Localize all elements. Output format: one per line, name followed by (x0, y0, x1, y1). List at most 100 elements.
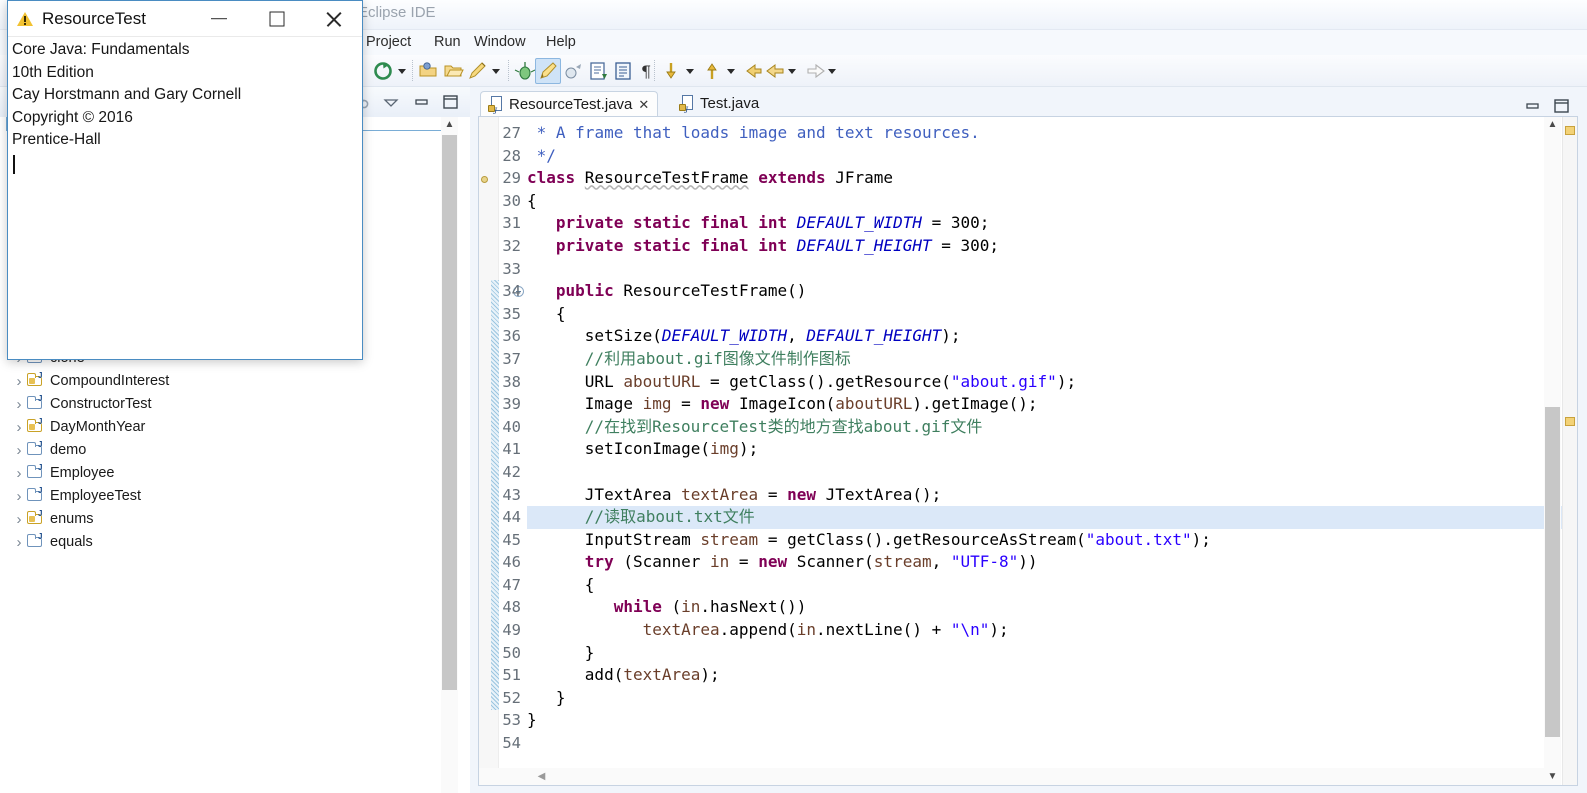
run-icon[interactable] (537, 60, 559, 82)
code-line-37[interactable]: //利用about.gif图像文件制作图标 (527, 348, 1577, 371)
debug-icon[interactable] (514, 60, 536, 82)
open-task-icon[interactable] (612, 60, 634, 82)
expand-arrow-icon[interactable] (12, 416, 26, 440)
menu-help[interactable]: Help (540, 32, 582, 52)
new-java-project-icon[interactable] (588, 60, 610, 82)
maximize-view-icon[interactable] (440, 93, 460, 111)
menu-run[interactable]: Run (428, 32, 467, 52)
code-line-39[interactable]: Image img = new ImageIcon(aboutURL).getI… (527, 393, 1577, 416)
next-annotation-dropdown-arrow[interactable] (686, 68, 695, 75)
code-line-47[interactable]: { (527, 574, 1577, 597)
expand-arrow-icon[interactable] (12, 485, 26, 509)
edit-dropdown-arrow[interactable] (492, 68, 501, 75)
code-line-48[interactable]: while (in.hasNext()) (527, 596, 1577, 619)
code-line-50[interactable]: } (527, 642, 1577, 665)
tree-item-demo[interactable]: Jdemo (0, 439, 460, 462)
code-line-51[interactable]: add(textArea); (527, 664, 1577, 687)
expand-arrow-icon[interactable] (12, 462, 26, 486)
view-menu-icon[interactable] (381, 93, 401, 111)
edit-icon[interactable] (466, 60, 488, 82)
code-line-35[interactable]: { (527, 303, 1577, 326)
expand-arrow-icon[interactable] (12, 439, 26, 463)
editor-vertical-scrollbar[interactable]: ▲ ▼ (1544, 117, 1561, 785)
code-line-54[interactable] (527, 732, 1577, 755)
back-icon[interactable] (742, 60, 764, 82)
code-line-40[interactable]: //在找到ResourceTest类的地方查找about.gif文件 (527, 416, 1577, 439)
expand-arrow-icon[interactable] (12, 531, 26, 555)
dialog-title-bar[interactable]: ResourceTest (8, 1, 362, 37)
package-explorer-scrollbar[interactable]: ▲ (441, 117, 458, 793)
forward-back-icon[interactable] (765, 60, 787, 82)
scroll-left-icon[interactable]: ◀ (533, 768, 550, 785)
code-line-43[interactable]: JTextArea textArea = new JTextArea(); (527, 484, 1577, 507)
scrollbar-thumb[interactable] (442, 135, 457, 690)
previous-annotation-icon[interactable] (701, 60, 723, 82)
tree-item-DayMonthYear[interactable]: J DayMonthYear (0, 416, 460, 439)
next-annotation-icon[interactable] (660, 60, 682, 82)
overview-warning-mark[interactable] (1565, 126, 1575, 135)
run-external-tools-icon[interactable] (562, 60, 584, 82)
open-resource-icon[interactable] (443, 60, 465, 82)
scroll-up-icon[interactable]: ▲ (441, 117, 458, 133)
code-editor[interactable]: 27 28 29 30 31 32 33 34 35 36 37 38 39 40 41 42 43 44 45 46… (478, 116, 1578, 786)
dialog-maximize-button[interactable] (248, 1, 306, 36)
dialog-close-button[interactable] (304, 1, 362, 36)
expand-arrow-icon[interactable] (12, 393, 26, 417)
code-token: .hasNext()) (700, 597, 807, 617)
scrollbar-thumb[interactable] (1545, 407, 1560, 737)
source-code[interactable]: * A frame that loads image and text reso… (527, 122, 1577, 755)
code-line-28[interactable]: */ (527, 145, 1577, 168)
menu-window[interactable]: Window (468, 32, 532, 52)
code-line-52[interactable]: } (527, 687, 1577, 710)
code-line-33[interactable] (527, 258, 1577, 281)
code-line-49[interactable]: textArea.append(in.nextLine() + "\n"); (527, 619, 1577, 642)
code-line-41[interactable]: setIconImage(img); (527, 438, 1577, 461)
tree-item-enums[interactable]: Jenums (0, 508, 460, 531)
history-dropdown-arrow[interactable] (788, 68, 797, 75)
expand-arrow-icon[interactable] (12, 370, 26, 394)
tree-item-label: DayMonthYear (50, 419, 146, 435)
new-wizard-icon[interactable] (372, 60, 394, 82)
code-viewport: 27 28 29 30 31 32 33 34 35 36 37 38 39 40 41 42 43 44 45 46… (479, 117, 1577, 785)
tab-label: ResourceTest.java (509, 96, 633, 113)
tree-item-ConstructorTest[interactable]: J ConstructorTest (0, 393, 460, 416)
tree-item-EmployeeTest[interactable]: J EmployeeTest (0, 485, 460, 508)
resourcetest-dialog-window[interactable]: ResourceTest Core Java: Fundamentals 10t… (7, 0, 363, 360)
code-line-27[interactable]: * A frame that loads image and text reso… (527, 122, 1577, 145)
forward-icon[interactable] (804, 60, 826, 82)
tab-resourcetest-java[interactable]: J ResourceTest.java ✕ (480, 91, 659, 118)
open-type-icon[interactable] (418, 60, 440, 82)
overview-warning-mark[interactable] (1565, 417, 1575, 426)
code-line-36[interactable]: setSize(DEFAULT_WIDTH, DEFAULT_HEIGHT); (527, 325, 1577, 348)
code-line-30[interactable]: { (527, 190, 1577, 213)
tree-item-CompoundInterest[interactable]: J CompoundInterest (0, 370, 460, 393)
dialog-text-area[interactable]: Core Java: Fundamentals 10th Edition Cay… (8, 37, 362, 359)
tree-item-equals[interactable]: Jequals (0, 531, 460, 554)
minimize-view-icon[interactable] (411, 93, 431, 111)
code-line-53[interactable]: } (527, 709, 1577, 732)
code-line-38[interactable]: URL aboutURL = getClass().getResource("a… (527, 371, 1577, 394)
overview-ruler[interactable] (1562, 117, 1577, 785)
editor-horizontal-scrollbar[interactable]: ◀ (479, 768, 1547, 785)
code-line-46[interactable]: try (Scanner in = new Scanner(stream, "U… (527, 551, 1577, 574)
package-with-source-icon: J (26, 418, 45, 434)
maximize-editor-icon[interactable] (1551, 97, 1571, 115)
code-line-42[interactable] (527, 461, 1577, 484)
code-line-45[interactable]: InputStream stream = getClass().getResou… (527, 529, 1577, 552)
tab-close-icon[interactable]: ✕ (638, 92, 649, 118)
code-line-29[interactable]: class ResourceTestFrame extends JFrame (527, 167, 1577, 190)
code-line-32[interactable]: private static final int DEFAULT_HEIGHT … (527, 235, 1577, 258)
expand-arrow-icon[interactable] (12, 508, 26, 532)
code-line-34[interactable]: public ResourceTestFrame() (527, 280, 1577, 303)
scroll-up-icon[interactable]: ▲ (1544, 117, 1561, 133)
forward-dropdown-arrow[interactable] (828, 68, 837, 75)
tree-item-Employee[interactable]: J Employee (0, 462, 460, 485)
dialog-minimize-button[interactable] (190, 1, 248, 36)
tab-test-java[interactable]: J Test.java (672, 91, 767, 117)
previous-annotation-dropdown-arrow[interactable] (727, 68, 736, 75)
new-wizard-dropdown-arrow[interactable] (398, 68, 407, 75)
code-line-44[interactable]: //读取about.txt文件 (527, 506, 1577, 529)
code-line-31[interactable]: private static final int DEFAULT_WIDTH =… (527, 212, 1577, 235)
menu-project[interactable]: Project (360, 32, 417, 52)
minimize-editor-icon[interactable] (1522, 97, 1542, 115)
